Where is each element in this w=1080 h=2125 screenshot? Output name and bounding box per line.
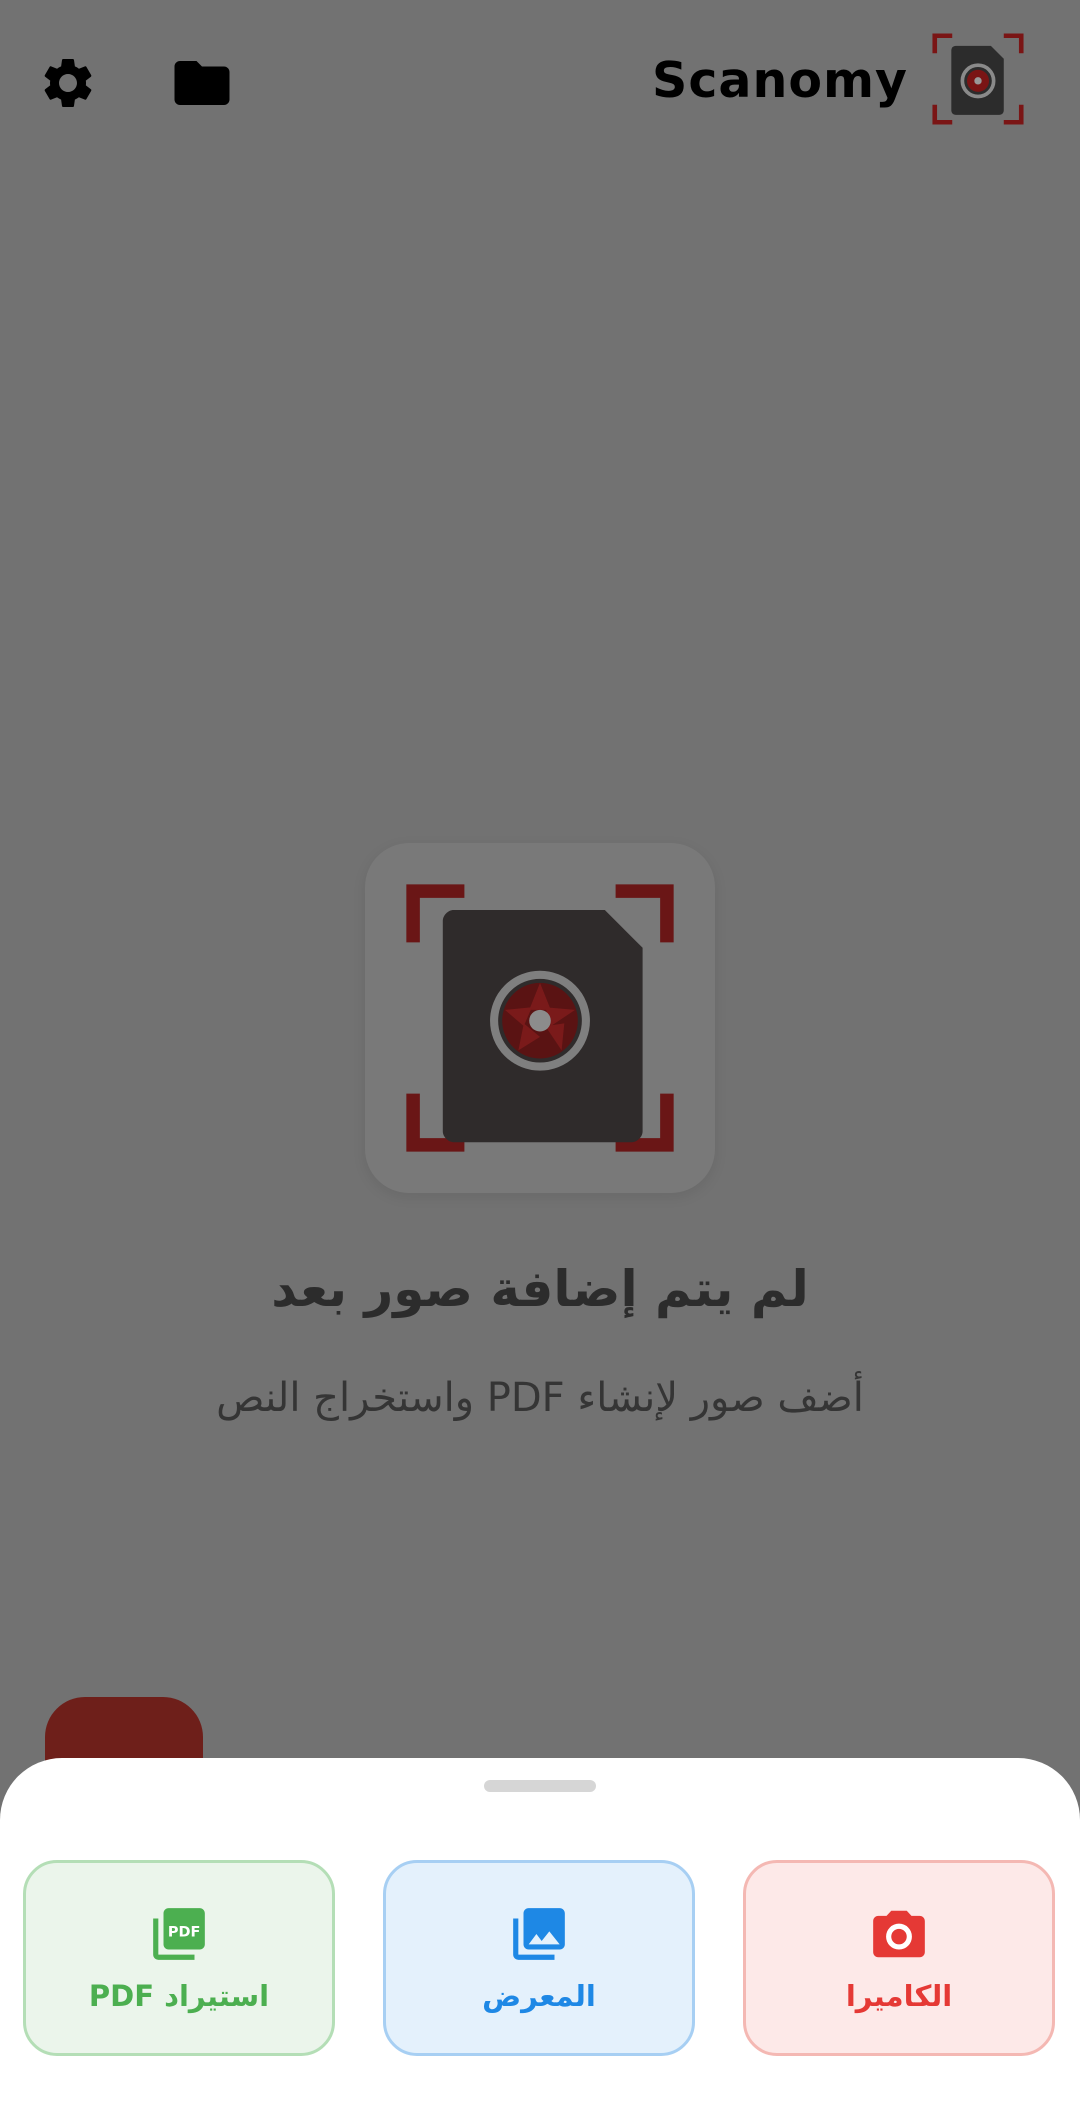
- bottom-sheet: PDF استيراد PDF المعرض الكاميرا: [0, 1758, 1080, 2125]
- import-pdf-label: استيراد PDF: [88, 1979, 270, 2013]
- svg-text:PDF: PDF: [168, 1925, 200, 1941]
- gallery-button[interactable]: المعرض: [383, 1860, 695, 2056]
- gear-icon: [44, 58, 92, 107]
- import-pdf-button[interactable]: PDF استيراد PDF: [23, 1860, 335, 2056]
- camera-label: الكاميرا: [845, 1979, 953, 2013]
- settings-button[interactable]: [30, 45, 106, 121]
- empty-state-subtitle: أضف صور لإنشاء PDF واستخراج النص: [216, 1375, 864, 1421]
- scanner-logo-icon: [932, 33, 1024, 125]
- scanner-logo-icon: [406, 884, 674, 1152]
- drag-handle[interactable]: [484, 1780, 596, 1792]
- app-bar: Scanomy: [0, 0, 1080, 160]
- app-title: Scanomy: [652, 52, 908, 109]
- empty-state-logo-card: [365, 843, 715, 1193]
- folder-button[interactable]: [164, 45, 240, 121]
- photo-library-icon: [513, 1908, 565, 1960]
- camera-icon: [873, 1910, 925, 1958]
- gallery-label: المعرض: [482, 1979, 596, 2013]
- empty-state-title: لم يتم إضافة صور بعد: [271, 1260, 809, 1318]
- folder-icon: [174, 61, 230, 105]
- camera-button[interactable]: الكاميرا: [743, 1860, 1055, 2056]
- pdf-icon: PDF: [153, 1908, 205, 1960]
